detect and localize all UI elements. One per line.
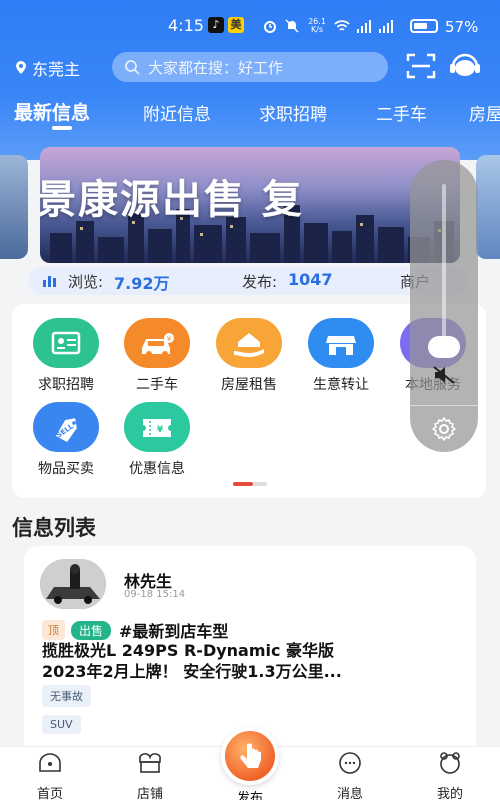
- tiktok-icon: ♪: [208, 17, 224, 33]
- avatar[interactable]: [40, 559, 106, 609]
- category-discounts[interactable]: ¥ 优惠信息: [111, 402, 203, 478]
- sell-tag-icon: SELL: [33, 402, 99, 452]
- svg-text:¥: ¥: [157, 425, 164, 435]
- shop-nav-icon: [139, 753, 161, 773]
- nav-label: 消息: [336, 787, 363, 800]
- nav-shop[interactable]: 店铺: [120, 751, 180, 800]
- status-time: 4:15: [168, 16, 204, 35]
- category-label: 求职招聘: [38, 377, 94, 393]
- search-icon: [125, 60, 140, 75]
- category-tabs: 最新信息 附近信息 求职招聘 二手车 房屋: [0, 96, 500, 136]
- location-selector[interactable]: 东莞主: [14, 56, 80, 80]
- feature-chip: 无事故: [42, 685, 91, 707]
- message-icon: [339, 752, 361, 774]
- sell-badge: 出售: [71, 620, 112, 640]
- post-time: 09-18 15:14: [124, 589, 186, 600]
- house-hand-icon: [216, 318, 282, 368]
- publish-count: 1047: [288, 270, 333, 289]
- signal-icon: [357, 20, 371, 33]
- speaker-mute-icon[interactable]: [432, 365, 456, 385]
- category-business-transfer[interactable]: 生意转让: [295, 318, 387, 394]
- tab-nearby[interactable]: 附近信息: [143, 100, 211, 125]
- home-icon: [39, 753, 61, 772]
- volume-track[interactable]: [442, 184, 446, 352]
- category-used-cars[interactable]: ¥ 二手车: [111, 318, 203, 394]
- post-content: 揽胜极光L 249PS R-Dynamic 豪华版 2023年2月上牌！ 安全行…: [42, 640, 462, 682]
- category-jobs[interactable]: 求职招聘: [20, 318, 112, 394]
- alarm-icon: [264, 21, 276, 33]
- category-label: 二手车: [136, 377, 178, 393]
- app-header: 4:15 ♪ 美 26.1K/s 57% 东莞主 大家都在搜：好工作 最新信息: [0, 0, 500, 160]
- nav-messages[interactable]: 消息: [320, 751, 380, 800]
- publish-label: 发布: [236, 791, 263, 800]
- category-label: 生意转让: [313, 377, 369, 393]
- scan-icon[interactable]: [406, 53, 436, 79]
- signal-5g-icon: [379, 20, 393, 33]
- tab-used-cars[interactable]: 二手车: [376, 100, 427, 125]
- category-label: 房屋租售: [221, 377, 277, 393]
- nav-mine[interactable]: 我的: [420, 751, 480, 800]
- publish-label: 发布:: [242, 273, 278, 291]
- nav-label: 我的: [436, 787, 463, 800]
- nav-home[interactable]: 首页: [20, 751, 80, 800]
- browse-label: 浏览:: [68, 273, 104, 291]
- meituan-icon: 美: [228, 17, 244, 33]
- status-icons: 26.1 K/s: [262, 18, 394, 34]
- bar-chart-icon: [43, 276, 56, 287]
- page-dot-active: [233, 482, 253, 486]
- tab-latest[interactable]: 最新信息: [14, 98, 90, 125]
- shop-icon: [308, 318, 374, 368]
- tap-hand-icon: [221, 727, 279, 785]
- location-pin-icon: [16, 61, 26, 74]
- page-indicator: [233, 482, 267, 486]
- post-tags: 顶 出售 #最新到店车型: [42, 618, 228, 642]
- profile-icon: [440, 752, 460, 774]
- post-line-1: 揽胜极光L 249PS R-Dynamic 豪华版: [42, 641, 335, 660]
- customer-service-icon[interactable]: [448, 52, 482, 80]
- category-housing[interactable]: 房屋租售: [203, 318, 295, 394]
- page-dot: [253, 482, 267, 486]
- browse-count: 7.92万: [114, 274, 170, 293]
- svg-text:¥: ¥: [167, 335, 172, 343]
- location-label: 东莞主: [32, 60, 81, 79]
- volume-slider-handle[interactable]: [428, 336, 460, 358]
- category-goods-trade[interactable]: SELL 物品买卖: [20, 402, 112, 478]
- nav-label: 店铺: [136, 787, 163, 800]
- banner-headline: 景康源出售 复: [40, 177, 304, 223]
- feature-chip: SUV: [42, 715, 81, 734]
- coupon-icon: ¥: [124, 402, 190, 452]
- search-input[interactable]: 大家都在搜：好工作: [112, 52, 388, 82]
- bottom-nav: 首页 店铺 发布 消息 我的: [0, 727, 500, 800]
- search-placeholder: 大家都在搜：好工作: [148, 58, 284, 77]
- battery-icon: [410, 19, 438, 33]
- gear-icon[interactable]: [430, 415, 458, 443]
- stats-bar: 浏览: 7.92万 发布: 1047 商户: [28, 267, 468, 295]
- battery-percent: 57%: [445, 18, 479, 36]
- wifi-icon: [334, 20, 350, 31]
- publish-button[interactable]: 发布: [218, 727, 282, 800]
- mute-bell-icon: [285, 19, 299, 33]
- post-topic[interactable]: #最新到店车型: [119, 618, 228, 642]
- category-label: 物品买卖: [38, 461, 94, 477]
- pinned-badge: 顶: [42, 620, 65, 640]
- volume-panel: [410, 160, 478, 452]
- tab-jobs[interactable]: 求职招聘: [259, 100, 327, 125]
- nav-label: 首页: [36, 787, 63, 800]
- divider: [410, 405, 478, 406]
- net-speed: 26.1 K/s: [308, 17, 326, 34]
- active-tab-indicator: [52, 126, 72, 130]
- banner-image[interactable]: 景康源出售 复: [40, 147, 460, 263]
- car-icon: ¥: [124, 318, 190, 368]
- category-label: 优惠信息: [129, 461, 185, 477]
- banner-prev-peek: [0, 155, 28, 259]
- id-card-icon: [33, 318, 99, 368]
- tab-housing[interactable]: 房屋: [469, 100, 500, 125]
- banner-next-peek: [476, 155, 500, 259]
- status-bar: 4:15 ♪ 美 26.1 K/s 57%: [0, 0, 500, 44]
- post-line-2: 2023年2月上牌！ 安全行驶1.3万公里...: [42, 662, 342, 681]
- section-title: 信息列表: [12, 516, 96, 540]
